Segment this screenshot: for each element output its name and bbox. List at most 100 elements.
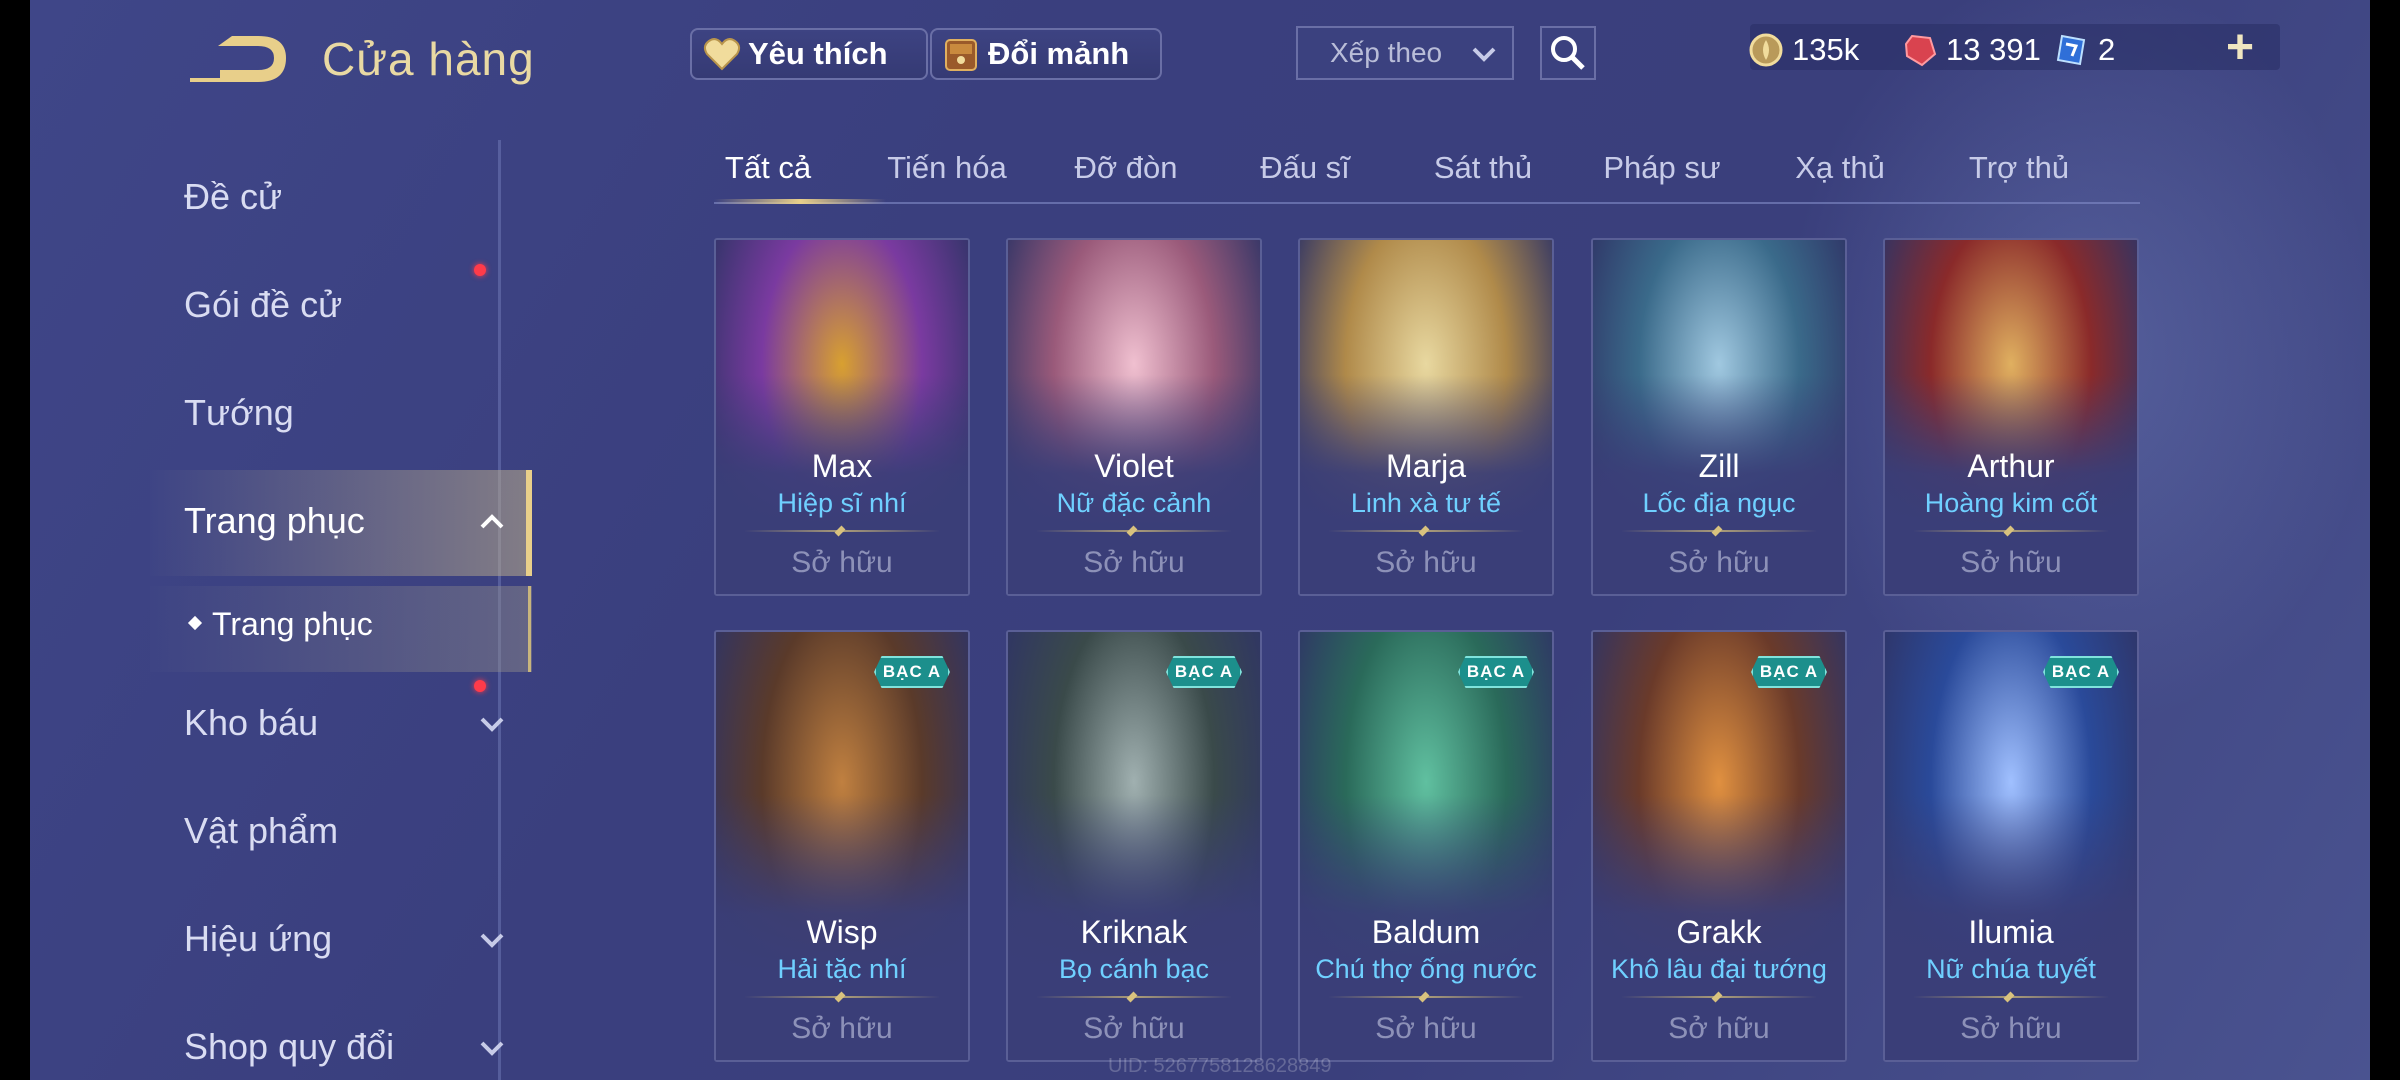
owned-status: Sở hữu bbox=[791, 1012, 893, 1045]
owned-status: Sở hữu bbox=[1668, 1012, 1770, 1045]
skin-card[interactable]: Marja Linh xà tư tế Sở hữu bbox=[1298, 238, 1554, 596]
owned-status: Sở hữu bbox=[1375, 1012, 1477, 1045]
skin-card[interactable]: Ilumia Nữ chúa tuyết Sở hữu BẠC A bbox=[1883, 630, 2139, 1062]
tab-all[interactable]: Tất cả bbox=[678, 150, 858, 186]
back-arrow-icon bbox=[190, 36, 286, 82]
hero-name: Max bbox=[811, 448, 873, 484]
gold-coin-icon bbox=[1749, 33, 1783, 67]
page-title: Cửa hàng bbox=[322, 33, 535, 85]
sort-label: Xếp theo bbox=[1330, 37, 1443, 68]
owned-status: Sở hữu bbox=[1960, 1012, 2062, 1045]
heart-icon bbox=[703, 38, 741, 71]
skin-name: Hiệp sĩ nhí bbox=[777, 488, 907, 518]
owned-status: Sở hữu bbox=[1960, 546, 2062, 579]
hero-name: Kriknak bbox=[1080, 914, 1188, 950]
sidebar-item-treasure[interactable]: Kho báu bbox=[184, 702, 318, 744]
skin-card[interactable]: Arthur Hoàng kim cốt Sở hữu bbox=[1883, 238, 2139, 596]
skin-name: Bọ cánh bạc bbox=[1058, 954, 1210, 984]
search-button[interactable] bbox=[1540, 26, 1596, 80]
letterbox-right bbox=[2370, 0, 2400, 1080]
card-divider bbox=[1036, 996, 1232, 998]
card-divider bbox=[1621, 530, 1817, 532]
hero-name: Marja bbox=[1385, 448, 1466, 484]
ticket-currency: 2 bbox=[2054, 26, 2115, 74]
skin-card[interactable]: Baldum Chú thợ ống nước Sở hữu BẠC A bbox=[1298, 630, 1554, 1062]
skin-name: Hoàng kim cốt bbox=[1924, 488, 2098, 518]
skin-card[interactable]: Max Hiệp sĩ nhí Sở hữu bbox=[714, 238, 970, 596]
hero-name: Wisp bbox=[806, 914, 878, 950]
skin-name: Lốc địa ngục bbox=[1642, 488, 1796, 518]
favorites-label: Yêu thích bbox=[748, 36, 888, 71]
card-divider bbox=[1913, 996, 2109, 998]
tab-category[interactable]: Sát thủ bbox=[1393, 150, 1573, 186]
letterbox-left bbox=[0, 0, 30, 1080]
hero-name: Arthur bbox=[1967, 448, 2055, 484]
skin-card[interactable]: Kriknak Bọ cánh bạc Sở hữu BẠC A bbox=[1006, 630, 1262, 1062]
tab-category[interactable]: Tiến hóa bbox=[857, 150, 1037, 186]
tab-category[interactable]: Đấu sĩ bbox=[1215, 150, 1395, 186]
favorites-button[interactable]: Yêu thích bbox=[690, 28, 928, 80]
sidebar-subitem-skins[interactable]: Trang phục bbox=[212, 606, 373, 643]
card-divider bbox=[1913, 530, 2109, 532]
rank-badge: BẠC A bbox=[1458, 656, 1534, 688]
owned-status: Sở hữu bbox=[791, 546, 893, 579]
sidebar-item-recommended-packs[interactable]: Gói đề cử bbox=[184, 284, 342, 326]
tab-category[interactable]: Đỡ đòn bbox=[1036, 150, 1216, 186]
skin-card[interactable]: Grakk Khô lâu đại tướng Sở hữu BẠC A bbox=[1591, 630, 1847, 1062]
ticket-icon bbox=[2056, 34, 2086, 66]
add-currency-button[interactable]: + bbox=[2226, 24, 2254, 72]
chevron-down-icon bbox=[480, 1041, 504, 1056]
tab-category[interactable]: Trợ thủ bbox=[1929, 150, 2109, 186]
shard-exchange-label: Đổi mảnh bbox=[988, 36, 1130, 71]
ruby-amount: 13 391 bbox=[1946, 32, 2041, 67]
notification-dot bbox=[474, 264, 486, 276]
sidebar-item-skins[interactable]: Trang phục bbox=[184, 500, 365, 542]
skin-name: Linh xà tư tế bbox=[1350, 488, 1502, 518]
card-divider bbox=[744, 996, 940, 998]
card-divider bbox=[744, 530, 940, 532]
sidebar-item-effects[interactable]: Hiệu ứng bbox=[184, 918, 332, 960]
skin-card[interactable]: Violet Nữ đặc cảnh Sở hữu bbox=[1006, 238, 1262, 596]
tabs-divider bbox=[714, 202, 2140, 204]
rank-badge: BẠC A bbox=[1751, 656, 1827, 688]
skin-card[interactable]: Zill Lốc địa ngục Sở hữu bbox=[1591, 238, 1847, 596]
shard-chest-icon bbox=[945, 39, 977, 71]
rank-badge: BẠC A bbox=[874, 656, 950, 688]
skin-card[interactable]: Wisp Hải tặc nhí Sở hữu BẠC A bbox=[714, 630, 970, 1062]
skin-name: Nữ chúa tuyết bbox=[1926, 954, 2096, 984]
chevron-down-icon bbox=[480, 717, 504, 732]
back-button[interactable] bbox=[180, 30, 300, 90]
owned-status: Sở hữu bbox=[1083, 546, 1185, 579]
card-divider bbox=[1328, 996, 1524, 998]
sidebar-active-indicator bbox=[526, 470, 532, 576]
ticket-amount: 2 bbox=[2098, 32, 2116, 67]
notification-dot bbox=[474, 680, 486, 692]
shard-exchange-button[interactable]: Đổi mảnh bbox=[930, 28, 1162, 80]
card-divider bbox=[1328, 530, 1524, 532]
owned-status: Sở hữu bbox=[1668, 546, 1770, 579]
search-icon bbox=[1551, 36, 1585, 70]
sidebar-item-recommended[interactable]: Đề cử bbox=[184, 176, 282, 218]
hero-name: Violet bbox=[1094, 448, 1174, 484]
uid-watermark: UID: 5267758128628849 bbox=[1108, 1055, 1332, 1077]
gold-currency: 135k bbox=[1748, 26, 1859, 74]
owned-status: Sở hữu bbox=[1083, 1012, 1185, 1045]
sidebar-item-heroes[interactable]: Tướng bbox=[184, 392, 294, 434]
hero-name: Ilumia bbox=[1968, 914, 2054, 950]
chevron-up-icon bbox=[480, 514, 504, 529]
sidebar-item-items[interactable]: Vật phẩm bbox=[184, 810, 338, 852]
rank-badge: BẠC A bbox=[1166, 656, 1242, 688]
skin-name: Khô lâu đại tướng bbox=[1611, 954, 1827, 984]
card-divider bbox=[1621, 996, 1817, 998]
sidebar-item-exchange-shop[interactable]: Shop quy đổi bbox=[184, 1026, 394, 1068]
sort-dropdown[interactable]: Xếp theo bbox=[1296, 26, 1514, 80]
hero-name: Grakk bbox=[1676, 914, 1762, 950]
skin-name: Chú thợ ống nước bbox=[1315, 954, 1537, 984]
skin-name: Nữ đặc cảnh bbox=[1056, 488, 1212, 518]
card-divider bbox=[1036, 530, 1232, 532]
hero-name: Baldum bbox=[1371, 914, 1481, 950]
skin-name: Hải tặc nhí bbox=[777, 954, 907, 984]
tab-category[interactable]: Xạ thủ bbox=[1750, 150, 1930, 186]
tab-category[interactable]: Pháp sư bbox=[1572, 150, 1752, 186]
ruby-icon bbox=[1904, 34, 1937, 67]
